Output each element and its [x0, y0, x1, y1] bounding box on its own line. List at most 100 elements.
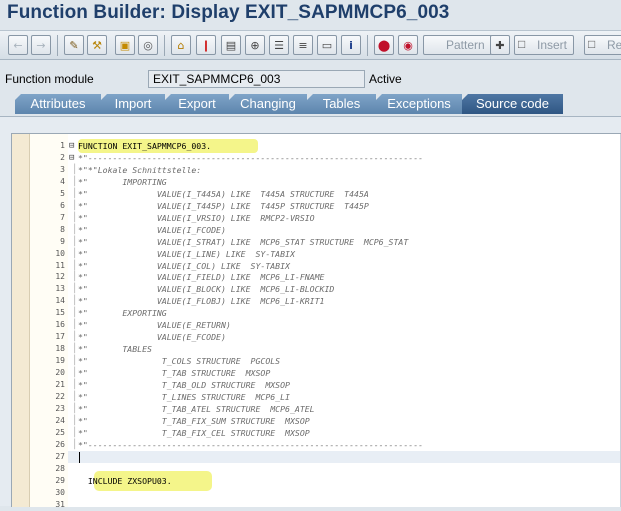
code-line[interactable]: │ *" VALUE(E_RETURN) [68, 319, 621, 331]
line-number: 8 [60, 224, 65, 234]
fold-guide: │ [72, 224, 78, 235]
info-icon[interactable]: i [341, 35, 361, 55]
code-text: *"*"Lokale Schnittstelle: [78, 164, 202, 175]
where-used-icon[interactable]: ◎ [138, 35, 158, 55]
function-module-label: Function module [5, 72, 94, 86]
text-cursor [79, 451, 80, 463]
block-icon[interactable]: ✚ [490, 35, 510, 55]
line-number: 1 [60, 141, 65, 150]
code-text: FUNCTION EXIT_SAPMMCP6_003. [78, 141, 212, 151]
change-toggle-icon[interactable]: ✎ [64, 35, 84, 55]
function-module-field[interactable]: EXIT_SAPMMCP6_003 [148, 70, 365, 88]
code-line[interactable]: │ *" VALUE(I_FLOBJ) LIKE MCP6_LI-KRIT1 [68, 295, 621, 307]
back-icon[interactable]: ← [8, 35, 28, 55]
code-line[interactable]: ⊟ *"-------------------------------------… [68, 152, 621, 164]
fold-guide: │ [72, 403, 78, 414]
line-number: 30 [55, 487, 65, 497]
code-line[interactable]: │ *" T_TAB_ATEL STRUCTURE MCP6_ATEL [68, 403, 621, 415]
code-line[interactable]: │ *" T_COLS STRUCTURE PGCOLS [68, 355, 621, 367]
breakpoint-icon[interactable]: ⬤ [374, 35, 394, 55]
tab-source-code[interactable]: Source code [462, 94, 563, 114]
tab-tables[interactable]: Tables [307, 94, 376, 114]
line-number: 16 [55, 320, 65, 330]
code-line[interactable] [68, 450, 621, 463]
editor-left-gutter [12, 134, 30, 507]
code-line[interactable] [68, 487, 621, 499]
fold-guide: │ [72, 260, 78, 271]
code-line[interactable]: │ *" VALUE(I_STRAT) LIKE MCP6_STAT STRUCT… [68, 236, 621, 248]
fold-toggle-icon[interactable]: ⊟ [69, 140, 74, 152]
code-line[interactable]: │ *" VALUE(I_LINE) LIKE SY-TABIX [68, 248, 621, 260]
code-line[interactable]: │ *"*"Lokale Schnittstelle: [68, 164, 621, 176]
line-number: 27 [55, 451, 65, 461]
code-text: *" VALUE(I_LINE) LIKE SY-TABIX [78, 248, 295, 259]
code-line[interactable]: │ *" VALUE(I_FCODE) [68, 224, 621, 236]
insert-button[interactable]: □ Insert [514, 35, 575, 55]
fold-guide: │ [72, 248, 78, 259]
tab-attributes[interactable]: Attributes [15, 94, 101, 114]
tab-changing[interactable]: Changing [229, 94, 307, 114]
forward-icon[interactable]: → [31, 35, 51, 55]
fold-toggle-icon[interactable]: ⊟ [69, 152, 74, 164]
help-doc-icon[interactable]: ☰ [269, 35, 289, 55]
code-line[interactable]: │ *" IMPORTING [68, 176, 621, 188]
code-line[interactable]: │ *" VALUE(I_T445P) LIKE T445P STRUCTURE … [68, 200, 621, 212]
fold-guide: │ [72, 344, 78, 355]
code-line[interactable]: │ *" VALUE(I_BLOCK) LIKE MCP6_LI-BLOCKID [68, 283, 621, 295]
code-line[interactable]: │ *" EXPORTING [68, 307, 621, 319]
line-number: 21 [55, 380, 65, 389]
fold-guide: │ [72, 200, 78, 211]
code-text: *" VALUE(I_STRAT) LIKE MCP6_STAT STRUCTU… [78, 236, 409, 247]
external-breakpoint-icon[interactable]: ◉ [398, 35, 418, 55]
line-number: 26 [55, 439, 65, 449]
code-line[interactable]: │ *" TABLES [68, 343, 621, 355]
other-object-icon[interactable]: ▣ [115, 35, 135, 55]
line-number: 20 [55, 368, 65, 378]
fold-guide: │ [72, 415, 78, 426]
fold-guide: │ [72, 164, 78, 175]
replace-button[interactable]: □ Re [584, 35, 621, 55]
pattern-button[interactable]: Pattern [423, 35, 492, 55]
code-text: *" VALUE(I_FCODE) [78, 224, 226, 235]
code-line[interactable] [68, 499, 621, 511]
tab-export[interactable]: Export [165, 94, 229, 114]
code-text: *" VALUE(I_FLOBJ) LIKE MCP6_LI-KRIT1 [78, 296, 325, 307]
source-editor[interactable]: ⊟ FUNCTION EXIT_SAPMMCP6_003. ⊟ *"---------… [11, 133, 621, 509]
code-line[interactable]: INCLUDE ZXSOPU03. [68, 470, 621, 491]
code-line[interactable]: │ *"-------------------------------------… [68, 439, 621, 451]
line-number: 6 [60, 200, 65, 210]
enhancement-icon[interactable]: ❙ [196, 35, 216, 55]
hierarchy-icon[interactable]: ⊕ [245, 35, 265, 55]
code-area[interactable]: ⊟ FUNCTION EXIT_SAPMMCP6_003. ⊟ *"---------… [68, 134, 621, 507]
code-line[interactable]: │ *" VALUE(I_FIELD) LIKE MCP6_LI-FNAME [68, 271, 621, 283]
fold-guide: │ [72, 332, 78, 343]
code-line[interactable]: ⊟ FUNCTION EXIT_SAPMMCP6_003. [68, 139, 621, 153]
line-number: 24 [55, 415, 65, 425]
code-line[interactable]: │ *" T_TAB_FIX_SUM STRUCTURE MXSOP [68, 415, 621, 427]
fold-guide: │ [72, 356, 78, 367]
empty-frame-icon[interactable]: ▭ [317, 35, 337, 55]
replace-label: Re [607, 38, 621, 52]
code-line[interactable]: │ *" VALUE(I_VRSIO) LIKE RMCP2-VRSIO [68, 212, 621, 224]
navigation-window-icon[interactable]: ▤ [221, 35, 241, 55]
code-line[interactable]: │ *" T_TAB_OLD STRUCTURE MXSOP [68, 379, 621, 391]
insert-icon: □ [518, 37, 526, 51]
code-text: *" VALUE(I_FIELD) LIKE MCP6_LI-FNAME [78, 272, 325, 283]
fold-guide: │ [72, 391, 78, 402]
code-line[interactable]: │ *" VALUE(I_T445A) LIKE T445A STRUCTURE … [68, 188, 621, 200]
layout-icon[interactable]: ≡ [293, 35, 313, 55]
code-line[interactable]: │ *" VALUE(E_FCODE) [68, 331, 621, 343]
display-object-list-icon[interactable]: ⌂ [171, 35, 191, 55]
line-number: 18 [55, 344, 65, 354]
fold-guide: │ [72, 320, 78, 331]
code-text: *" T_TAB_OLD STRUCTURE MXSOP [78, 380, 290, 390]
code-line[interactable]: │ *" T_TAB STRUCTURE MXSOP [68, 367, 621, 379]
line-number: 15 [55, 308, 65, 318]
activate-icon[interactable]: ⚒ [87, 35, 107, 55]
tab-import[interactable]: Import [101, 94, 165, 114]
tab-exceptions[interactable]: Exceptions [376, 94, 462, 114]
code-line[interactable]: │ *" T_TAB_FIX_CEL STRUCTURE MXSOP [68, 427, 621, 439]
code-line[interactable]: │ *" VALUE(I_COL) LIKE SY-TABIX [68, 260, 621, 272]
window-title: Function Builder: Display EXIT_SAPMMCP6_… [7, 2, 450, 23]
code-line[interactable]: │ *" T_LINES STRUCTURE MCP6_LI [68, 391, 621, 403]
